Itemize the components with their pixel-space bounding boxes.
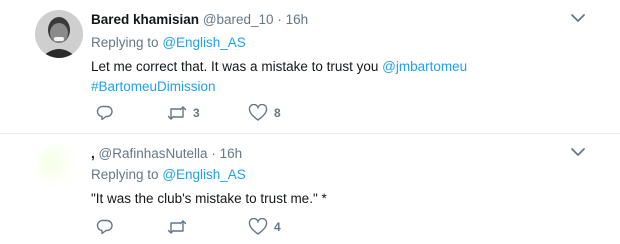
author-handle[interactable]: @bared_10 [203, 12, 274, 27]
tweet-text-main: Let me correct that. It was a mistake to… [91, 59, 379, 74]
avatar-photo-icon [35, 10, 83, 58]
mention-link[interactable]: @jmbartomeu [382, 59, 467, 74]
reply-button[interactable] [96, 218, 114, 236]
replying-to-link[interactable]: @English_AS [162, 167, 246, 182]
replying-to-line: Replying to @English_AS [91, 35, 246, 50]
tweet-header: , @RafinhasNutella · 16h [91, 146, 242, 161]
avatar[interactable] [35, 10, 83, 58]
chevron-down-icon[interactable] [570, 146, 586, 158]
separator-dot: · [277, 12, 282, 27]
avatar[interactable] [35, 144, 83, 192]
like-count: 4 [274, 220, 281, 234]
retweet-count: 3 [193, 106, 200, 120]
replying-to-link[interactable]: @English_AS [162, 35, 246, 50]
replying-to-label: Replying to [91, 167, 159, 182]
heart-icon [248, 218, 268, 235]
tweet-text: Let me correct that. It was a mistake to… [91, 57, 541, 97]
reply-icon [96, 105, 113, 121]
retweet-button[interactable]: 3 [167, 104, 200, 122]
tweet-reply[interactable]: Bared khamisian @bared_10 · 16h Replying… [0, 0, 620, 133]
retweet-icon [167, 220, 187, 234]
like-button[interactable]: 4 [248, 218, 281, 236]
author-name[interactable]: , [91, 146, 95, 161]
tweet-text: "It was the club's mistake to trust me."… [91, 189, 541, 209]
author-name[interactable]: Bared khamisian [91, 12, 199, 27]
tweet-text-main: "It was the club's mistake to trust me."… [91, 191, 327, 206]
retweet-button[interactable] [167, 218, 187, 236]
hashtag-link[interactable]: #BartomeuDimission [91, 79, 216, 94]
author-handle[interactable]: @RafinhasNutella [99, 146, 208, 161]
heart-icon [248, 104, 268, 121]
like-button[interactable]: 8 [248, 104, 281, 122]
like-count: 8 [274, 106, 281, 120]
reply-icon [96, 219, 113, 235]
chevron-down-icon[interactable] [570, 12, 586, 24]
tweet-timestamp[interactable]: 16h [220, 146, 243, 161]
separator-dot: · [211, 146, 216, 161]
tweet-reply[interactable]: , @RafinhasNutella · 16h Replying to @En… [0, 134, 620, 244]
replying-to-line: Replying to @English_AS [91, 167, 246, 182]
tweet-timestamp[interactable]: 16h [286, 12, 309, 27]
retweet-icon [167, 106, 187, 120]
reply-button[interactable] [96, 104, 114, 122]
replying-to-label: Replying to [91, 35, 159, 50]
tweet-header: Bared khamisian @bared_10 · 16h [91, 12, 308, 27]
